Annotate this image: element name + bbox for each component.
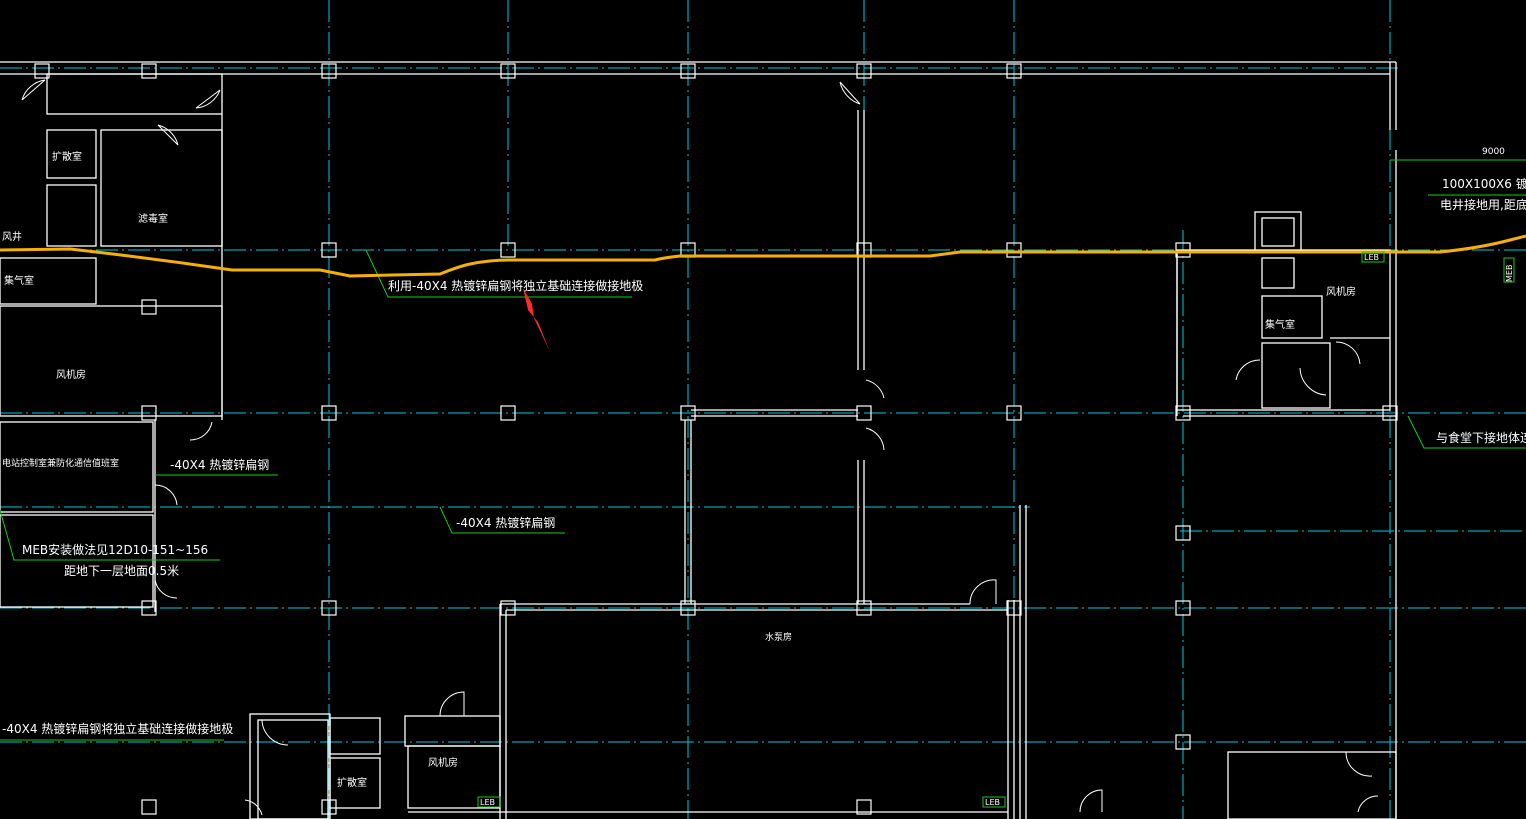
tag-leb-2: LEB [480,798,495,807]
note-main: 利用-40X4 热镀锌扁钢将独立基础连接做接地极 [388,278,643,293]
tag-boxes [477,251,1515,808]
note-right-3: 与食堂下接地体连 [1436,430,1526,445]
tag-leb-1: LEB [1364,253,1379,262]
columns [34,63,1398,815]
room-fan-room-2: 风机房 [1326,285,1356,298]
room-filter: 滤毒室 [138,212,168,225]
note-right-1: 100X100X6 镀 [1442,177,1526,191]
leader-lines [0,159,1526,741]
note-meb-height: 距地下一层地面0.5米 [64,564,179,578]
note-bottom: -40X4 热镀锌扁钢将独立基础连接做接地极 [2,721,233,736]
dim-9000: 9000 [1482,147,1505,157]
room-fan-room-1: 风机房 [56,368,86,381]
grounding-path [0,234,1526,278]
doors [21,79,1379,816]
room-shaft: 风井 [2,230,22,243]
tag-leb-3: LEB [985,798,1000,807]
note-flat-steel-2: -40X4 热镀锌扁钢 [456,516,555,530]
cad-floor-plan: 扩散室 滤毒室 风井 集气室 风机房 电站控制室兼防化通信值班室 风机房 集气室… [0,0,1526,819]
note-flat-steel-1: -40X4 热镀锌扁钢 [170,458,269,472]
room-pump-room: 水泵房 [765,631,792,643]
note-meb-install: MEB安装做法见12D10-151~156 [22,542,208,557]
room-gas-collect-1: 集气室 [4,274,34,287]
walls [0,61,1397,819]
tag-meb: MEB [1505,265,1514,282]
room-gas-collect-2: 集气室 [1265,318,1295,331]
room-power-station: 电站控制室兼防化通信值班室 [2,457,119,469]
room-expansion-1: 扩散室 [52,150,82,163]
room-fan-room-3: 风机房 [428,756,458,769]
note-right-2: 电井接地用,距底 [1440,197,1526,212]
room-expansion-2: 扩散室 [337,776,367,789]
red-arrow-icon [523,288,550,352]
